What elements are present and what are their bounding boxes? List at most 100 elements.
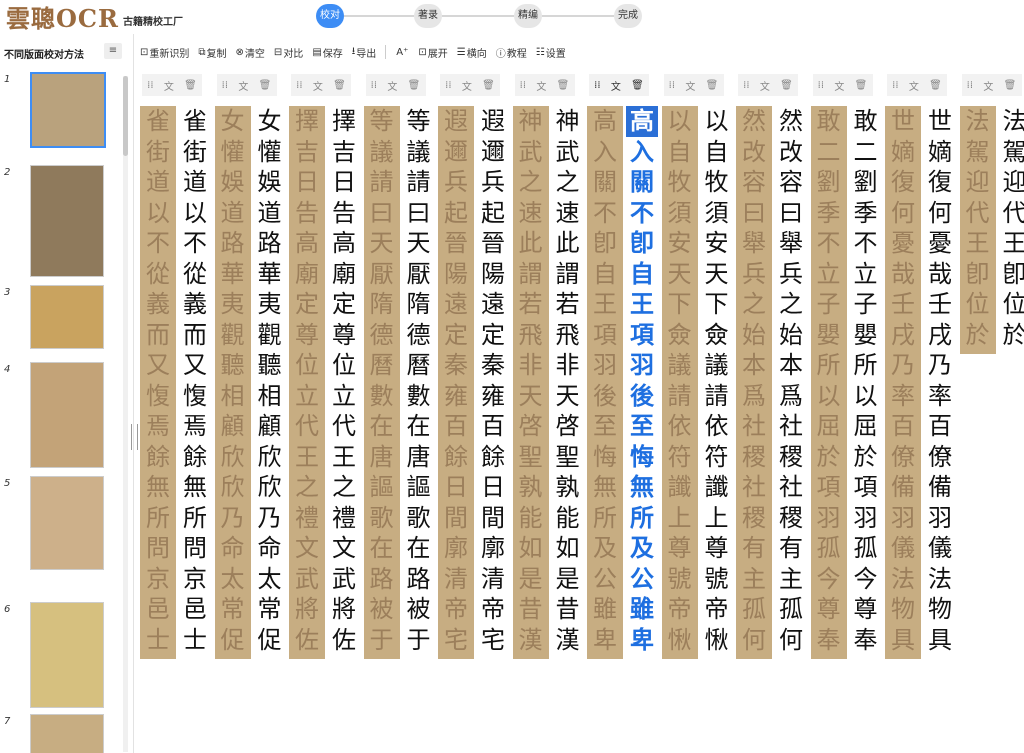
trash-icon[interactable]: 🗑 (929, 80, 942, 91)
text-icon[interactable]: 文 (238, 78, 248, 93)
thumbnail-image[interactable] (30, 362, 104, 468)
app-header: 雲聰OCR 古籍精校工厂 校对 著录 精编 完成 (0, 0, 1024, 34)
drag-handle-icon[interactable]: ⁞⁞ (371, 80, 377, 91)
horizontal-button[interactable]: ☰ 横向 (457, 45, 487, 60)
scan-column-image: 神 武 之 速 此 謂 若 飛 非 天 啓 聖 孰 能 如 是 昔 漢 (512, 106, 549, 659)
step-catalog[interactable]: 著录 (414, 4, 442, 28)
text-icon[interactable]: 文 (387, 78, 397, 93)
expand-label: 展开 (427, 48, 448, 60)
column-header: ⁞⁞ 文 🗑 (812, 74, 873, 96)
thumbnail-image[interactable] (30, 165, 104, 277)
trash-icon[interactable]: 🗑 (557, 80, 570, 91)
scan-column-image: 女 懽 娛 道 路 華 夷 觀 聽 相 顧 欣 欣 乃 命 太 常 促 (214, 106, 251, 659)
ocr-text-column[interactable]: 世 嫡 復 何 憂 哉 壬 戌 乃 率 百 僚 備 羽 儀 法 物 具 (922, 106, 958, 655)
thumbnail-image[interactable] (30, 476, 104, 570)
text-icon[interactable]: 文 (313, 78, 323, 93)
trash-icon[interactable]: 🗑 (855, 80, 868, 91)
ocr-text-column[interactable]: 擇 吉 日 告 高 廟 定 尊 位 立 代 王 之 禮 文 武 將 佐 (326, 106, 362, 655)
drag-handle-icon[interactable]: ⁞⁞ (967, 80, 973, 91)
text-icon[interactable]: 文 (164, 78, 174, 93)
trash-icon[interactable]: 🗑 (706, 80, 719, 91)
thumbnail-number: 6 (4, 604, 11, 615)
text-icon[interactable]: 文 (760, 78, 770, 93)
thumbnail-list: 1 2 3 4 5 6 7 (0, 70, 122, 753)
ocr-text-column[interactable]: 然 改 容 曰 舉 兵 之 始 本 爲 社 稷 社 稷 有 主 孤 何 (773, 106, 809, 655)
trash-icon[interactable]: 🗑 (184, 80, 197, 91)
settings-button[interactable]: ☷ 设置 (536, 45, 566, 60)
save-button[interactable]: ▤ 保存 (312, 45, 342, 60)
re-recognize-button[interactable]: ⊡ 重新识别 (140, 45, 189, 60)
trash-icon[interactable]: 🗑 (333, 80, 346, 91)
tutorial-icon: ⓘ (495, 48, 506, 60)
trash-icon[interactable]: 🗑 (631, 80, 644, 91)
trash-icon[interactable]: 🗑 (482, 80, 495, 91)
scan-column-image: 擇 吉 日 告 高 廟 定 尊 位 立 代 王 之 禮 文 武 將 佐 (289, 106, 325, 659)
font-size-button[interactable]: A⁺ (396, 47, 409, 58)
thumbnail-number: 2 (4, 167, 11, 178)
ocr-text-column[interactable]: 遐 邇 兵 起 晉 陽 遠 定 秦 雍 百 餘 日 間 廓 清 帝 宅 (475, 106, 511, 655)
splitter-handle[interactable] (131, 424, 138, 450)
export-button[interactable]: ⭳ 导出 (352, 44, 377, 61)
drag-handle-icon[interactable]: ⁞⁞ (147, 80, 153, 91)
clear-button[interactable]: ⊗ 清空 (236, 45, 265, 60)
expand-button[interactable]: ⊡ 展开 (418, 45, 447, 60)
horizontal-label: 横向 (466, 48, 487, 60)
step-complete[interactable]: 完成 (614, 4, 642, 28)
column-header: ⁞⁞ 文 🗑 (589, 74, 649, 96)
save-label: 保存 (322, 48, 343, 60)
drag-handle-icon[interactable]: ⁞⁞ (445, 80, 451, 91)
ocr-text-column[interactable]: 高 入 關 不 卽 自 王 項 羽 後 至 悔 無 所 及 公 雖 卑 (624, 106, 660, 655)
copy-button[interactable]: ⧉ 复制 (198, 45, 226, 60)
ocr-text-column[interactable]: 以 自 牧 須 安 天 下 僉 議 請 依 符 讖 上 尊 號 帝 愀 (699, 106, 735, 655)
column-header: ⁞⁞ 文 🗑 (142, 74, 202, 96)
trash-icon[interactable]: 🗑 (408, 80, 421, 91)
tutorial-label: 教程 (506, 48, 527, 60)
trash-icon[interactable]: 🗑 (1004, 80, 1017, 91)
text-icon[interactable]: 文 (536, 78, 546, 93)
drag-handle-icon[interactable]: ⁞⁞ (892, 80, 898, 91)
sidebar-scrollbar[interactable] (123, 76, 128, 752)
text-icon[interactable]: 文 (462, 78, 472, 93)
thumbnail-image[interactable] (30, 72, 106, 148)
drag-handle-icon[interactable]: ⁞⁞ (743, 80, 749, 91)
step-proofread[interactable]: 校对 (316, 4, 344, 28)
ocr-text-column[interactable]: 法 駕 迎 代 王 卽 位 於 (997, 106, 1024, 350)
ocr-text-column[interactable]: 等 議 請 曰 天 厭 隋 德 曆 數 在 唐 謳 歌 在 路 被 于 (401, 106, 437, 655)
text-icon[interactable]: 文 (834, 78, 844, 93)
cursor-char[interactable]: 高 (626, 106, 658, 137)
ocr-text-column[interactable]: 敢 二 劉 季 不 立 子 嬰 所 以 屈 於 項 羽 孤 今 尊 奉 (848, 106, 884, 655)
scan-column-image: 雀 街 道 以 不 從 義 而 又 愎 焉 餘 無 所 問 京 邑 士 (140, 106, 176, 659)
toolbar-separator (385, 45, 387, 59)
drag-handle-icon[interactable]: ⁞⁞ (669, 80, 675, 91)
drag-handle-icon[interactable]: ⁞⁞ (594, 80, 600, 91)
tutorial-button[interactable]: ⓘ 教程 (496, 45, 527, 60)
ocr-text-column[interactable]: 女 懽 娛 道 路 華 夷 觀 聽 相 顧 欣 欣 乃 命 太 常 促 (252, 106, 288, 655)
compare-button[interactable]: ⊟ 对比 (274, 45, 303, 60)
step-connector (442, 15, 514, 17)
column-header: ⁞⁞ 文 🗑 (887, 74, 947, 96)
menu-icon[interactable]: ≡ (104, 43, 122, 59)
text-icon[interactable]: 文 (685, 78, 695, 93)
thumbnail-image[interactable] (30, 602, 104, 708)
column-header: ⁞⁞ 文 🗑 (663, 74, 724, 96)
step-edit[interactable]: 精编 (514, 4, 542, 28)
column-header: ⁞⁞ 文 🗑 (216, 74, 277, 96)
thumbnail-image[interactable] (30, 285, 104, 349)
text-icon[interactable]: 文 (909, 78, 919, 93)
drag-handle-icon[interactable]: ⁞⁞ (222, 80, 228, 91)
trash-icon[interactable]: 🗑 (259, 80, 272, 91)
text-icon[interactable]: 文 (983, 78, 993, 93)
sidebar-header: 不同版面校对方法 ≡ (0, 40, 128, 64)
copy-icon: ⧉ (198, 46, 206, 58)
drag-handle-icon[interactable]: ⁞⁞ (818, 80, 824, 91)
trash-icon[interactable]: 🗑 (780, 80, 793, 91)
ocr-text-column[interactable]: 雀 街 道 以 不 從 義 而 又 愎 焉 餘 無 所 問 京 邑 士 (177, 106, 213, 655)
drag-handle-icon[interactable]: ⁞⁞ (520, 80, 526, 91)
text-icon[interactable]: 文 (611, 78, 621, 93)
scrollbar-thumb[interactable] (123, 76, 128, 156)
scan-column-glyphs: 等 議 請 曰 天 厭 隋 德 曆 數 在 唐 謳 歌 在 路 被 于 (369, 107, 394, 654)
drag-handle-icon[interactable]: ⁞⁞ (296, 80, 302, 91)
ocr-text-column[interactable]: 神 武 之 速 此 謂 若 飛 非 天 啓 聖 孰 能 如 是 昔 漢 (550, 106, 586, 655)
scan-column-glyphs: 法 駕 迎 代 王 卽 位 於 (965, 107, 990, 349)
thumbnail-image[interactable] (30, 714, 104, 753)
